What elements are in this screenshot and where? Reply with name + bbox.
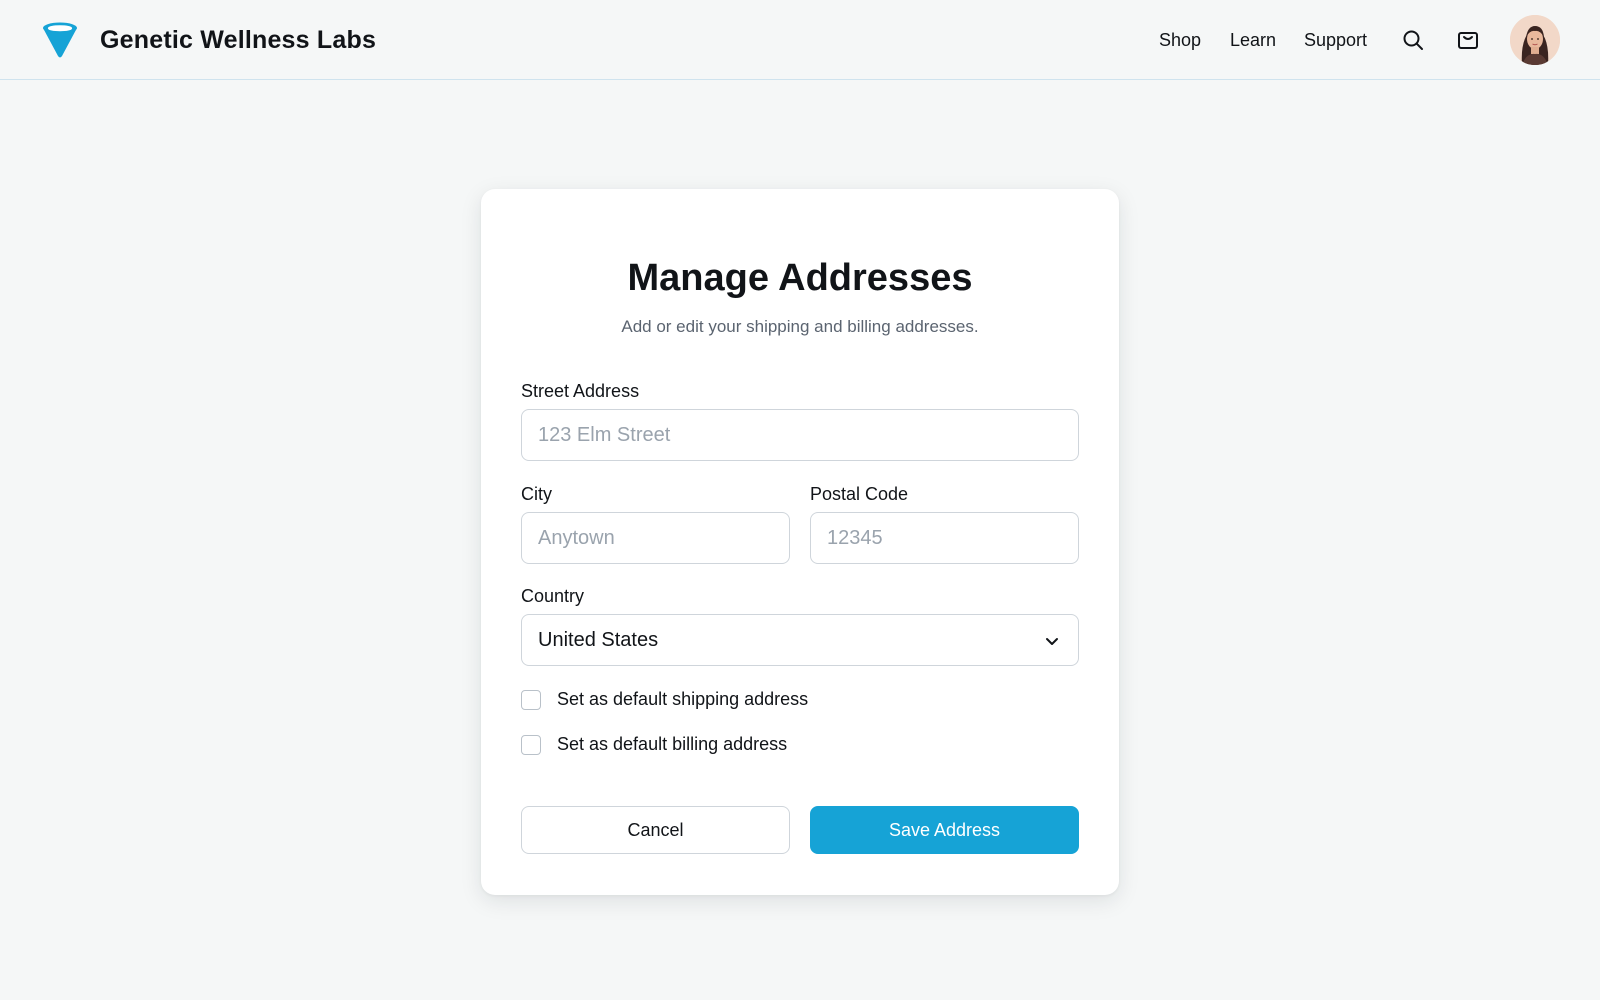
street-address-input[interactable] <box>521 409 1079 461</box>
brand[interactable]: Genetic Wellness Labs <box>40 20 376 60</box>
country-select[interactable]: United States <box>521 614 1079 666</box>
nav-learn-item: Learn <box>1230 22 1276 58</box>
default-shipping-label: Set as default shipping address <box>557 689 809 709</box>
nav-support-item: Support <box>1304 22 1367 58</box>
cart-button[interactable] <box>1453 25 1483 55</box>
city-input[interactable] <box>521 512 790 564</box>
search-button[interactable] <box>1398 25 1428 55</box>
postal-code-label: Postal Code <box>810 484 909 504</box>
street-address-label: Street Address <box>521 381 640 401</box>
funnel-logo-icon <box>43 22 77 58</box>
nav-link-support[interactable]: Support <box>1304 30 1367 51</box>
avatar-portrait-icon <box>1510 15 1560 65</box>
nav-link-learn[interactable]: Learn <box>1230 30 1276 51</box>
default-shipping-checkbox[interactable] <box>521 689 541 710</box>
cancel-button[interactable]: Cancel <box>521 806 790 854</box>
default-billing-option[interactable]: Set as default billing address <box>521 734 787 755</box>
default-shipping-option[interactable]: Set as default shipping address <box>521 689 808 710</box>
nav-shop-item: Shop <box>1159 22 1201 58</box>
page-title: Manage Addresses <box>627 257 973 299</box>
manage-addresses-card: Manage Addresses Add or edit your shippi… <box>481 189 1119 895</box>
cart-icon <box>1458 32 1478 49</box>
chevron-down-icon <box>1046 638 1058 645</box>
city-label: City <box>521 484 552 504</box>
country-selected-value: United States <box>538 628 659 651</box>
nav-link-shop[interactable]: Shop <box>1159 30 1201 51</box>
default-billing-label: Set as default billing address <box>557 734 788 754</box>
page-subtitle: Add or edit your shipping and billing ad… <box>621 317 979 336</box>
top-header: Genetic Wellness Labs Shop Learn Support <box>0 0 1600 80</box>
search-icon <box>1403 30 1423 50</box>
postal-code-input[interactable] <box>810 512 1079 564</box>
country-label: Country <box>521 586 585 606</box>
user-avatar[interactable] <box>1510 15 1560 65</box>
default-billing-checkbox[interactable] <box>521 734 541 755</box>
save-address-button[interactable]: Save Address <box>810 806 1079 854</box>
brand-name: Genetic Wellness Labs <box>100 25 377 54</box>
